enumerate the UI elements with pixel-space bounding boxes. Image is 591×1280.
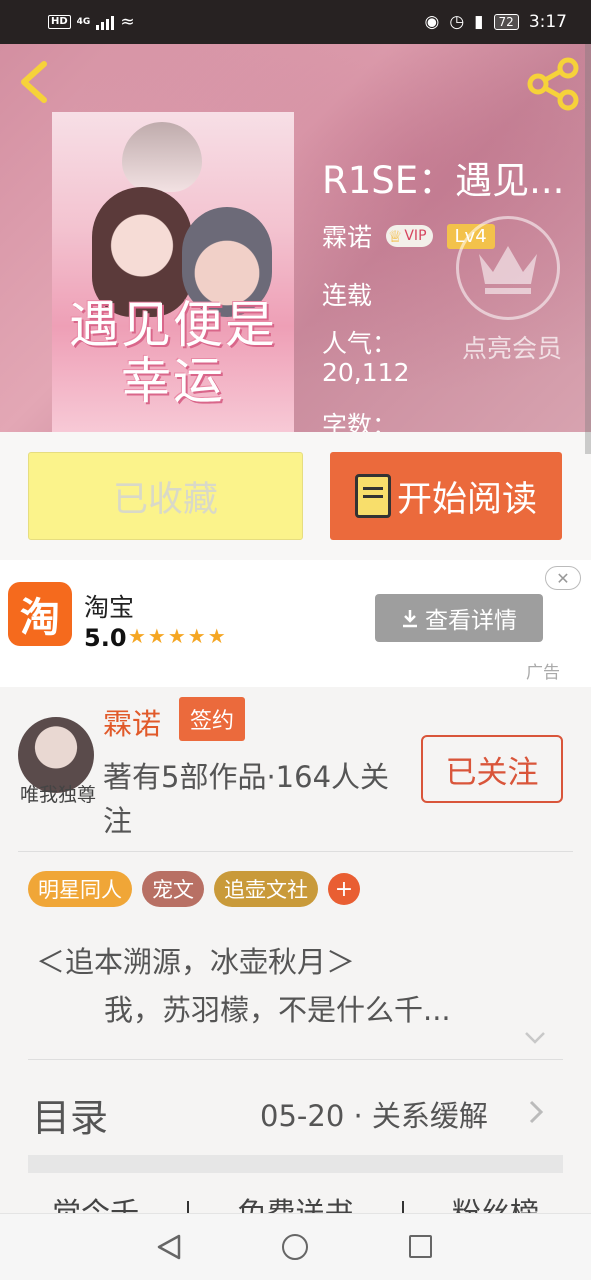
popularity-value: 20,112 <box>322 358 410 387</box>
status-bar: HD 4G ≈ ◉ ◷ ▮ 72 3:17 <box>0 0 591 44</box>
favorite-button[interactable]: 已收藏 <box>28 452 303 540</box>
intro-line-2: 我，苏羽檬，不是什么千... <box>104 993 451 1027</box>
latest-chapter[interactable]: 05-20 · 关系缓解 <box>260 1093 488 1135</box>
writer-name[interactable]: 霖诺 <box>103 701 161 743</box>
divider <box>28 1059 563 1060</box>
wifi-icon: ≈ <box>120 12 135 32</box>
start-reading-button[interactable]: 开始阅读 <box>330 452 562 540</box>
expand-icon[interactable] <box>524 1031 546 1045</box>
ad-banner[interactable]: 淘 淘宝 5.0 ★★★★★ 查看详情 ✕ 广告 <box>0 560 591 687</box>
word-count-label: 字数： <box>322 411 398 432</box>
intro-line-1: ＜追本溯源，冰壶秋月＞ <box>36 945 356 979</box>
follow-button[interactable]: 已关注 <box>421 735 563 803</box>
crown-icon: ♕ <box>388 226 403 246</box>
tag-chip[interactable]: 追壶文社 <box>214 871 318 907</box>
writer-stats: 著有5部作品·164人关注 <box>103 760 390 838</box>
book-header: 遇见便是幸运 R1SE：遇见... 霖诺 ♕ VIP Lv4 连载 人气： 20,… <box>0 44 591 432</box>
vibrate-icon: ▮ <box>474 12 484 32</box>
ad-rating: 5.0 <box>84 624 127 652</box>
nav-home-icon[interactable] <box>282 1234 308 1260</box>
section-divider <box>28 1155 563 1173</box>
star-rating-icon: ★★★★★ <box>128 624 228 648</box>
close-icon[interactable]: ✕ <box>545 566 581 590</box>
system-nav-bar <box>0 1213 591 1280</box>
serial-status: 连载 <box>322 281 373 310</box>
crown-icon <box>479 246 537 294</box>
clock: 3:17 <box>528 12 567 32</box>
member-label[interactable]: 点亮会员 <box>462 332 562 366</box>
download-icon <box>403 610 417 628</box>
add-tag-button[interactable]: + <box>328 873 360 905</box>
eye-icon: ◉ <box>424 12 440 32</box>
tag-chip[interactable]: 明星同人 <box>28 871 132 907</box>
book-icon <box>354 474 391 518</box>
tag-chip[interactable]: 宠文 <box>142 871 204 907</box>
cover-title: 遇见便是幸运 <box>69 296 277 410</box>
nav-back-icon[interactable] <box>157 1234 181 1260</box>
book-details: 唯我独尊 霖诺 签约 著有5部作品·164人关注 已关注 明星同人 宠文 追壶文… <box>0 687 591 1223</box>
toc-title[interactable]: 目录 <box>32 1087 108 1142</box>
ad-app-name: 淘宝 <box>84 593 135 622</box>
start-reading-label: 开始阅读 <box>396 479 537 520</box>
back-arrow-icon[interactable] <box>14 58 58 106</box>
member-crown-button[interactable] <box>456 216 560 320</box>
share-icon[interactable] <box>526 56 582 112</box>
popularity-label: 人气： <box>322 329 398 358</box>
signal-icon <box>96 14 115 30</box>
battery-indicator: 72 <box>493 14 519 30</box>
divider <box>18 851 573 852</box>
network-type: 4G <box>76 17 91 27</box>
book-author[interactable]: 霖诺 <box>322 218 372 254</box>
ad-label: 广告 <box>526 663 560 683</box>
book-cover[interactable]: 遇见便是幸运 <box>52 112 294 432</box>
avatar-caption: 唯我独尊 <box>20 784 97 806</box>
nav-recent-icon[interactable] <box>409 1235 432 1258</box>
scrollbar[interactable] <box>585 44 591 454</box>
signed-badge: 签约 <box>179 697 245 741</box>
hd-badge: HD <box>48 15 71 29</box>
taobao-logo: 淘 <box>8 582 72 646</box>
chevron-right-icon[interactable] <box>528 1099 544 1125</box>
alarm-icon: ◷ <box>449 12 465 32</box>
vip-badge: ♕ VIP <box>386 225 433 247</box>
action-bar: 已收藏 开始阅读 <box>0 432 591 560</box>
view-details-button[interactable]: 查看详情 <box>375 594 543 642</box>
cover-figure <box>122 122 202 192</box>
book-title: R1SE：遇见... <box>322 159 565 200</box>
tag-list: 明星同人 宠文 追壶文社 + <box>28 871 360 907</box>
